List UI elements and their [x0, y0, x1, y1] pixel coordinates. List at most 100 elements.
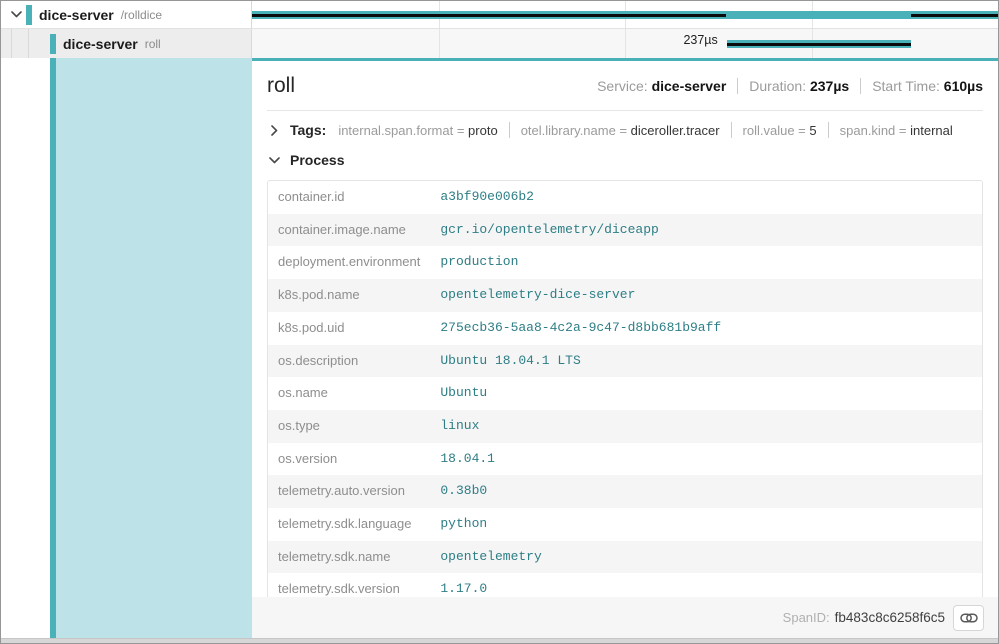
chevron-down-icon[interactable] — [9, 11, 23, 18]
tree-gutter — [1, 58, 50, 638]
process-key: telemetry.auto.version — [268, 475, 430, 508]
service-name: dice-server — [63, 36, 138, 52]
span-row-rolldice[interactable]: dice-server /rolldice — [1, 1, 998, 29]
process-value: Ubuntu — [430, 377, 982, 410]
process-value: production — [430, 246, 982, 279]
meta-value: 610µs — [944, 78, 983, 94]
tag-key: span.kind — [840, 123, 896, 138]
tag-key: otel.library.name — [521, 123, 616, 138]
process-key: telemetry.sdk.language — [268, 508, 430, 541]
tag-divider — [731, 122, 732, 138]
service-name: dice-server — [39, 7, 114, 23]
span-detail-header: roll Service: dice-server Duration: 237µs… — [252, 61, 998, 107]
tag-item: roll.value = 5 — [743, 123, 817, 138]
spanid-label: SpanID: — [783, 610, 830, 625]
tag-key: internal.span.format — [338, 123, 453, 138]
timeline-cell-roll[interactable]: 237µs — [252, 29, 998, 58]
span-bar-roll[interactable] — [727, 40, 911, 48]
span-title: roll — [267, 74, 295, 98]
process-row-container.image.name: container.image.namegcr.io/opentelemetry… — [268, 214, 982, 247]
process-row-telemetry.sdk.name: telemetry.sdk.nameopentelemetry — [268, 541, 982, 574]
span-name-cell-roll[interactable]: dice-server roll — [1, 29, 252, 58]
timeline-cell-rolldice[interactable] — [252, 1, 998, 28]
process-key: os.name — [268, 377, 430, 410]
meta-item: Start Time: 610µs — [872, 78, 983, 94]
process-table-body: container.ida3bf90e006b2container.image.… — [268, 181, 982, 606]
tags-summary: internal.span.format = proto otel.library… — [338, 122, 952, 138]
process-row-container.id: container.ida3bf90e006b2 — [268, 181, 982, 214]
process-row-k8s.pod.name: k8s.pod.nameopentelemetry-dice-server — [268, 279, 982, 312]
process-value: 18.04.1 — [430, 443, 982, 476]
process-key: os.version — [268, 443, 430, 476]
process-label: Process — [290, 152, 344, 168]
process-value: 275ecb36-5aa8-4c2a-9c47-d8bb681b9aff — [430, 312, 982, 345]
process-row-deployment.environment: deployment.environmentproduction — [268, 246, 982, 279]
process-row-os.description: os.descriptionUbuntu 18.04.1 LTS — [268, 345, 982, 378]
process-value: Ubuntu 18.04.1 LTS — [430, 345, 982, 378]
meta-value: dice-server — [652, 78, 727, 94]
tag-item: internal.span.format = proto — [338, 123, 497, 138]
jaeger-trace-window: dice-server /rolldice dice-server roll — [0, 0, 999, 644]
span-bar-overlay — [911, 14, 998, 17]
tags-label: Tags: — [290, 122, 326, 138]
equals-sign: = — [795, 123, 810, 138]
process-key: container.image.name — [268, 214, 430, 247]
meta-label: Duration: — [749, 78, 810, 94]
process-value: a3bf90e006b2 — [430, 181, 982, 214]
equals-sign: = — [895, 123, 910, 138]
process-accordion-header[interactable]: Process — [252, 142, 998, 172]
process-row-os.name: os.nameUbuntu — [268, 377, 982, 410]
process-value: opentelemetry — [430, 541, 982, 574]
tag-value: proto — [468, 123, 498, 138]
process-key: os.description — [268, 345, 430, 378]
spanid-value: fb483c8c6258f6c5 — [835, 610, 945, 625]
process-table: container.ida3bf90e006b2container.image.… — [267, 180, 983, 607]
process-key: os.type — [268, 410, 430, 443]
process-key: k8s.pod.uid — [268, 312, 430, 345]
process-row-k8s.pod.uid: k8s.pod.uid275ecb36-5aa8-4c2a-9c47-d8bb6… — [268, 312, 982, 345]
process-value: opentelemetry-dice-server — [430, 279, 982, 312]
process-key: deployment.environment — [268, 246, 430, 279]
tag-value: diceroller.tracer — [631, 123, 720, 138]
span-meta: Service: dice-server Duration: 237µs Start… — [597, 78, 983, 94]
process-key: telemetry.sdk.name — [268, 541, 430, 574]
process-value: linux — [430, 410, 982, 443]
meta-item: Service: dice-server — [597, 78, 726, 94]
process-value: gcr.io/opentelemetry/diceapp — [430, 214, 982, 247]
process-row-os.version: os.version18.04.1 — [268, 443, 982, 476]
meta-label: Service: — [597, 78, 651, 94]
process-row-telemetry.auto.version: telemetry.auto.version0.38b0 — [268, 475, 982, 508]
meta-divider — [737, 78, 738, 94]
meta-item: Duration: 237µs — [749, 78, 849, 94]
chevron-down-icon — [267, 157, 281, 164]
process-key: k8s.pod.name — [268, 279, 430, 312]
operation-name: roll — [145, 37, 161, 51]
link-icon — [960, 611, 978, 625]
selected-span-highlight-column — [56, 58, 252, 638]
meta-divider — [860, 78, 861, 94]
span-color-block — [26, 5, 32, 25]
tags-accordion-header[interactable]: Tags: internal.span.format = proto otel.l… — [252, 111, 998, 142]
span-detail-footer: SpanID: fb483c8c6258f6c5 — [252, 597, 998, 638]
meta-value: 237µs — [810, 78, 849, 94]
span-bar-overlay — [252, 14, 726, 17]
equals-sign: = — [453, 123, 468, 138]
deep-link-button[interactable] — [953, 605, 984, 631]
span-bar-overlay — [727, 43, 911, 46]
process-value: 0.38b0 — [430, 475, 982, 508]
tag-key: roll.value — [743, 123, 795, 138]
span-color-block — [50, 34, 56, 54]
process-key: container.id — [268, 181, 430, 214]
process-row-os.type: os.typelinux — [268, 410, 982, 443]
chevron-right-icon — [267, 125, 281, 136]
operation-name: /rolldice — [121, 8, 162, 22]
bottom-scroll-strip[interactable] — [1, 638, 998, 643]
tag-divider — [509, 122, 510, 138]
span-row-roll[interactable]: dice-server roll 237µs — [1, 29, 998, 58]
span-bar-rolldice[interactable] — [252, 11, 998, 19]
tag-divider — [828, 122, 829, 138]
tag-value: 5 — [809, 123, 816, 138]
process-row-telemetry.sdk.language: telemetry.sdk.languagepython — [268, 508, 982, 541]
span-name-cell-rolldice[interactable]: dice-server /rolldice — [1, 1, 252, 28]
tag-item: span.kind = internal — [840, 123, 953, 138]
